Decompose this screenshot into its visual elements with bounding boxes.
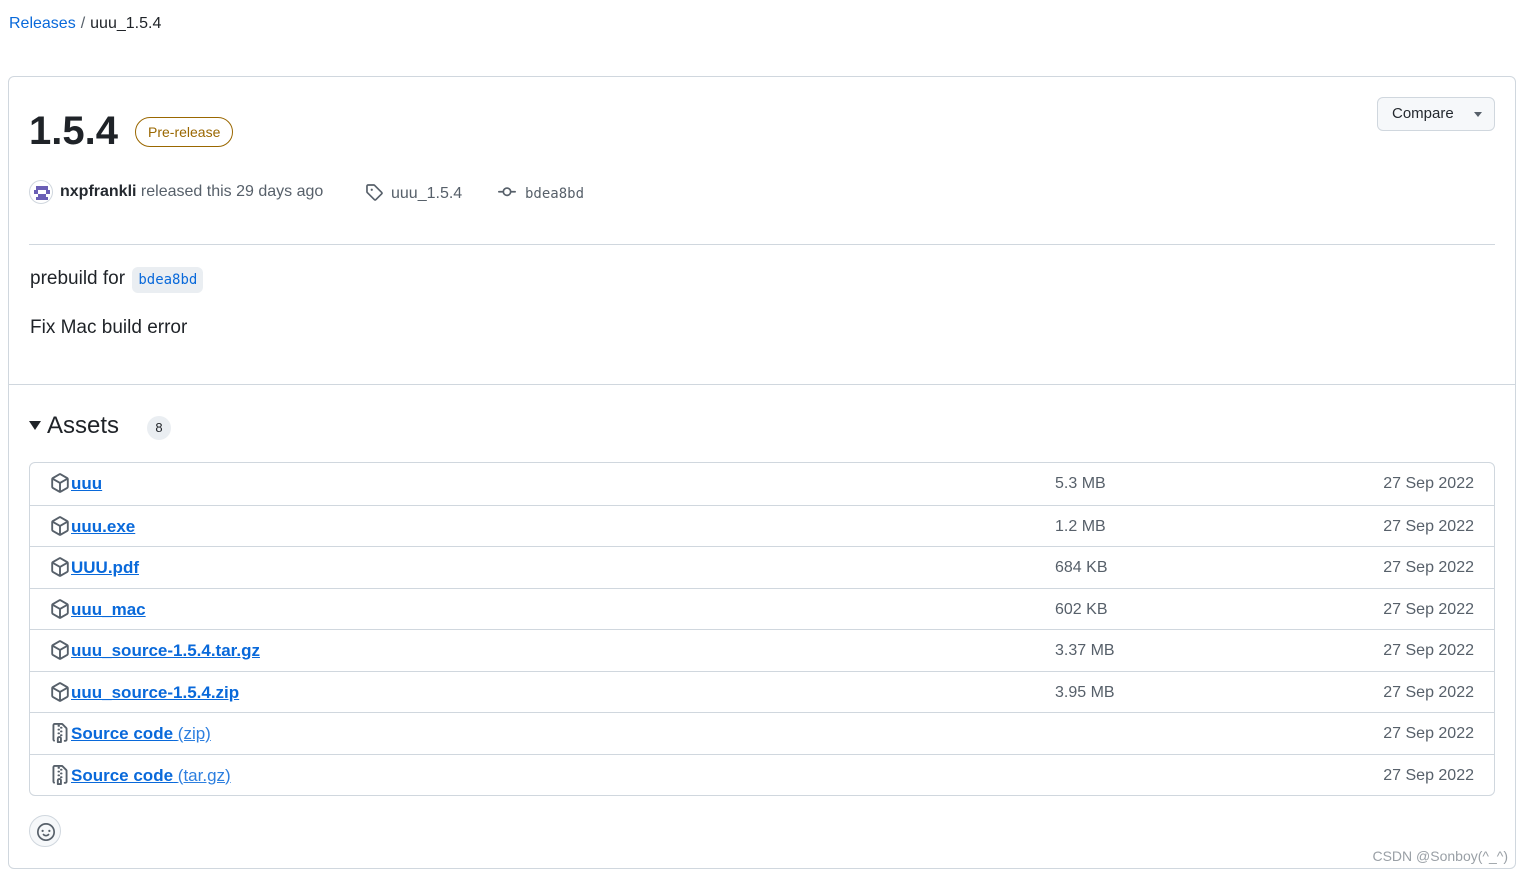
watermark: CSDN @Sonboy(^_^)	[1372, 848, 1508, 864]
asset-row: uuu.exe 1.2 MB 27 Sep 2022	[30, 504, 1494, 547]
asset-link[interactable]: uuu.exe	[71, 506, 135, 547]
release-note: Fix Mac build error	[30, 317, 188, 338]
asset-link[interactable]: uuu_source-1.5.4.zip	[71, 672, 239, 713]
asset-date: 27 Sep 2022	[1383, 725, 1474, 742]
asset-ext: (tar.gz)	[177, 765, 231, 785]
smiley-icon	[37, 823, 55, 841]
released-text: released this 29 days ago	[140, 183, 324, 200]
asset-name: UUU.pdf	[71, 558, 139, 577]
triangle-down-icon	[29, 421, 41, 430]
asset-size: 684 KB	[1055, 559, 1108, 576]
package-icon	[50, 640, 70, 660]
asset-link[interactable]: Source code (zip)	[71, 713, 211, 754]
compare-label: Compare	[1392, 105, 1454, 122]
asset-date: 27 Sep 2022	[1383, 683, 1474, 701]
asset-name: uuu	[71, 474, 103, 493]
file-zip-icon	[50, 764, 70, 785]
author-link[interactable]: nxpfrankli	[60, 183, 136, 200]
asset-row: UUU.pdf 684 KB 27 Sep 2022	[30, 546, 1494, 588]
asset-date: 27 Sep 2022	[1383, 475, 1474, 492]
file-zip-icon	[50, 723, 70, 743]
divider	[9, 384, 1515, 385]
prerelease-badge: Pre-release	[135, 117, 234, 147]
asset-link[interactable]: uuu	[71, 463, 102, 504]
asset-name: Source code	[71, 724, 174, 743]
divider	[29, 244, 1495, 245]
prebuild-line: prebuild for bdea8bd	[30, 265, 204, 293]
breadcrumb-current: uuu_1.5.4	[90, 15, 162, 32]
asset-size: 602 KB	[1055, 600, 1108, 618]
package-icon	[50, 473, 70, 493]
add-reaction-button[interactable]	[29, 815, 61, 847]
release-card: 1.5.4 Pre-release Compare nxpfrankli rel…	[8, 76, 1516, 869]
asset-date: 27 Sep 2022	[1383, 600, 1474, 618]
asset-row: uuu_source-1.5.4.zip 3.95 MB 27 Sep 2022	[30, 670, 1494, 713]
asset-name: uuu_mac	[71, 599, 146, 619]
asset-date: 27 Sep 2022	[1383, 642, 1474, 659]
commit-label: bdea8bd	[525, 186, 585, 202]
asset-size: 5.3 MB	[1055, 475, 1106, 492]
asset-date: 27 Sep 2022	[1383, 559, 1474, 576]
package-icon	[50, 557, 70, 577]
asset-link[interactable]: uuu_source-1.5.4.tar.gz	[71, 630, 260, 671]
asset-link[interactable]: Source code (tar.gz)	[71, 755, 231, 796]
asset-row: Source code (tar.gz) 27 Sep 2022	[30, 753, 1494, 796]
asset-size: 3.95 MB	[1055, 683, 1115, 701]
assets-count-badge: 8	[147, 416, 171, 440]
commit-link[interactable]: bdea8bd	[497, 181, 584, 207]
breadcrumb-releases-link[interactable]: Releases	[9, 15, 76, 32]
compare-button[interactable]: Compare	[1377, 97, 1495, 131]
asset-link[interactable]: uuu_mac	[71, 589, 146, 630]
release-notes: prebuild for bdea8bd Fix Mac build error	[30, 265, 204, 363]
asset-link[interactable]: UUU.pdf	[71, 547, 139, 588]
asset-size: 1.2 MB	[1055, 517, 1106, 535]
assets-heading: Assets	[47, 412, 120, 439]
asset-name: uuu_source-1.5.4.tar.gz	[71, 641, 260, 660]
breadcrumb: Releases / uuu_1.5.4	[9, 14, 161, 34]
release-author-line: nxpfrankli released this 29 days ago	[60, 179, 323, 205]
tag-icon	[366, 184, 383, 201]
asset-name: uuu_source-1.5.4.zip	[71, 682, 240, 702]
asset-row: uuu_mac 602 KB 27 Sep 2022	[30, 587, 1494, 630]
assets-list: uuu 5.3 MB 27 Sep 2022 uuu.exe 1.2 MB 27 Sep …	[29, 462, 1495, 796]
package-icon	[50, 515, 70, 536]
asset-date: 27 Sep 2022	[1383, 517, 1474, 535]
asset-ext: (zip)	[177, 724, 211, 743]
asset-row: uuu 5.3 MB 27 Sep 2022	[30, 463, 1494, 505]
asset-row: uuu_source-1.5.4.tar.gz 3.37 MB 27 Sep 202…	[30, 629, 1494, 671]
assets-toggle[interactable]: Assets	[29, 411, 119, 441]
package-icon	[50, 681, 70, 702]
asset-name: Source code	[71, 765, 174, 785]
chevron-down-icon	[1474, 112, 1482, 117]
commit-icon	[498, 187, 516, 197]
prebuild-commit-link[interactable]: bdea8bd	[132, 267, 204, 293]
prebuild-text: prebuild for	[30, 268, 126, 289]
breadcrumb-separator: /	[80, 15, 86, 32]
avatar[interactable]	[29, 180, 53, 204]
asset-name: uuu.exe	[71, 516, 136, 536]
package-icon	[50, 598, 70, 619]
release-title: 1.5.4	[29, 109, 118, 153]
asset-row: Source code (zip) 27 Sep 2022	[30, 712, 1494, 754]
asset-date: 27 Sep 2022	[1383, 766, 1474, 784]
tag-link[interactable]: uuu_1.5.4	[365, 181, 462, 207]
tag-label: uuu_1.5.4	[391, 185, 463, 202]
asset-size: 3.37 MB	[1055, 642, 1115, 659]
